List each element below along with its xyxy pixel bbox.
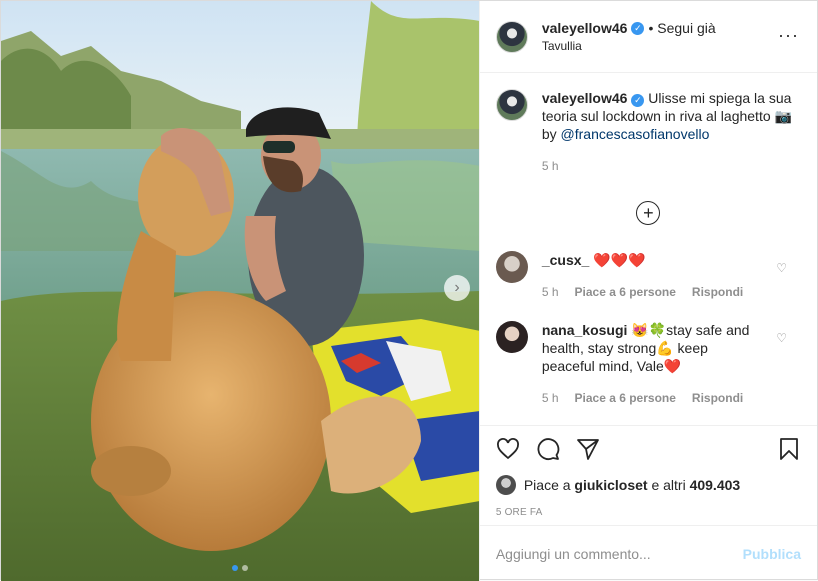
publish-button[interactable]: Pubblica bbox=[743, 546, 801, 562]
post-location[interactable]: Tavullia bbox=[542, 39, 716, 53]
comment-text: ❤️❤️❤️ bbox=[593, 252, 646, 268]
comment-time[interactable]: 5 h bbox=[542, 283, 559, 301]
bookmark-icon[interactable] bbox=[777, 437, 801, 461]
photo-illustration bbox=[1, 1, 479, 581]
caption-avatar[interactable] bbox=[495, 89, 528, 121]
comment-avatar[interactable] bbox=[495, 321, 528, 353]
author-avatar[interactable] bbox=[495, 20, 528, 53]
likes-summary: Piace a giukicloset e altri 409.403 bbox=[480, 471, 817, 499]
add-comment-form: Pubblica bbox=[479, 525, 817, 581]
reply-button[interactable]: Rispondi bbox=[692, 283, 743, 301]
verified-badge-icon: ✓ bbox=[631, 93, 645, 107]
post-time-ago[interactable]: 5 ORE FA bbox=[480, 499, 817, 525]
comment-time[interactable]: 5 h bbox=[542, 389, 559, 407]
comment-item: nana_kosugi 😻🍀stay safe and health, stay… bbox=[495, 321, 801, 407]
share-paper-plane-icon[interactable] bbox=[576, 437, 600, 461]
next-photo-button[interactable]: › bbox=[444, 275, 470, 301]
liker-username[interactable]: giukicloset bbox=[574, 477, 647, 493]
comment-likes-link[interactable]: Piace a 6 persone bbox=[575, 389, 676, 407]
like-comment-heart-icon[interactable]: ♡ bbox=[776, 261, 787, 275]
likes-and-others: e altri bbox=[651, 477, 686, 493]
more-options-icon[interactable]: ··· bbox=[778, 25, 799, 46]
carousel-dot-active bbox=[231, 565, 238, 571]
comments-list[interactable]: valeyellow46 ✓ Ulisse mi spiega la sua t… bbox=[480, 73, 817, 425]
verified-badge-icon: ✓ bbox=[631, 21, 645, 35]
comment-likes-link[interactable]: Piace a 6 persone bbox=[575, 283, 676, 301]
caption-mention-link[interactable]: @francescasofianovello bbox=[561, 126, 710, 142]
carousel-dot bbox=[241, 565, 248, 571]
caption-time: 5 h bbox=[541, 159, 559, 173]
caption-by: by bbox=[541, 126, 557, 142]
reply-button[interactable]: Rispondi bbox=[692, 389, 743, 407]
comment-avatar[interactable] bbox=[495, 251, 528, 283]
carousel-dots bbox=[1, 565, 479, 571]
comment-username[interactable]: _cusx_ bbox=[542, 252, 589, 268]
comment-input[interactable] bbox=[495, 545, 726, 562]
post-photo[interactable]: › bbox=[1, 1, 479, 581]
post-header: valeyellow46 ✓ • Segui già Tavullia ··· bbox=[479, 1, 817, 73]
following-status[interactable]: • Segui già bbox=[648, 20, 715, 36]
caption-username[interactable]: valeyellow46 bbox=[542, 90, 628, 106]
load-more-comments-button[interactable]: + bbox=[636, 201, 661, 225]
like-heart-icon[interactable] bbox=[496, 437, 520, 461]
post-dialog: › valeyellow46 ✓ • Segui già Tavullia ··… bbox=[0, 0, 818, 581]
camera-emoji: 📷 bbox=[774, 108, 792, 124]
post-side-panel: valeyellow46 ✓ • Segui già Tavullia ··· … bbox=[478, 1, 817, 581]
post-actions-bar bbox=[479, 425, 817, 471]
like-comment-heart-icon[interactable]: ♡ bbox=[776, 331, 787, 345]
likes-count[interactable]: 409.403 bbox=[690, 477, 741, 493]
post-caption: valeyellow46 ✓ Ulisse mi spiega la sua t… bbox=[495, 83, 801, 175]
likes-prefix: Piace a bbox=[523, 477, 571, 493]
comment-item: _cusx_ ❤️❤️❤️ 5 h Piace a 6 persone Risp… bbox=[495, 251, 801, 301]
comment-username[interactable]: nana_kosugi bbox=[542, 322, 628, 338]
liker-avatar[interactable] bbox=[495, 475, 516, 495]
comment-bubble-icon[interactable] bbox=[536, 437, 560, 461]
author-username[interactable]: valeyellow46 bbox=[542, 20, 628, 36]
